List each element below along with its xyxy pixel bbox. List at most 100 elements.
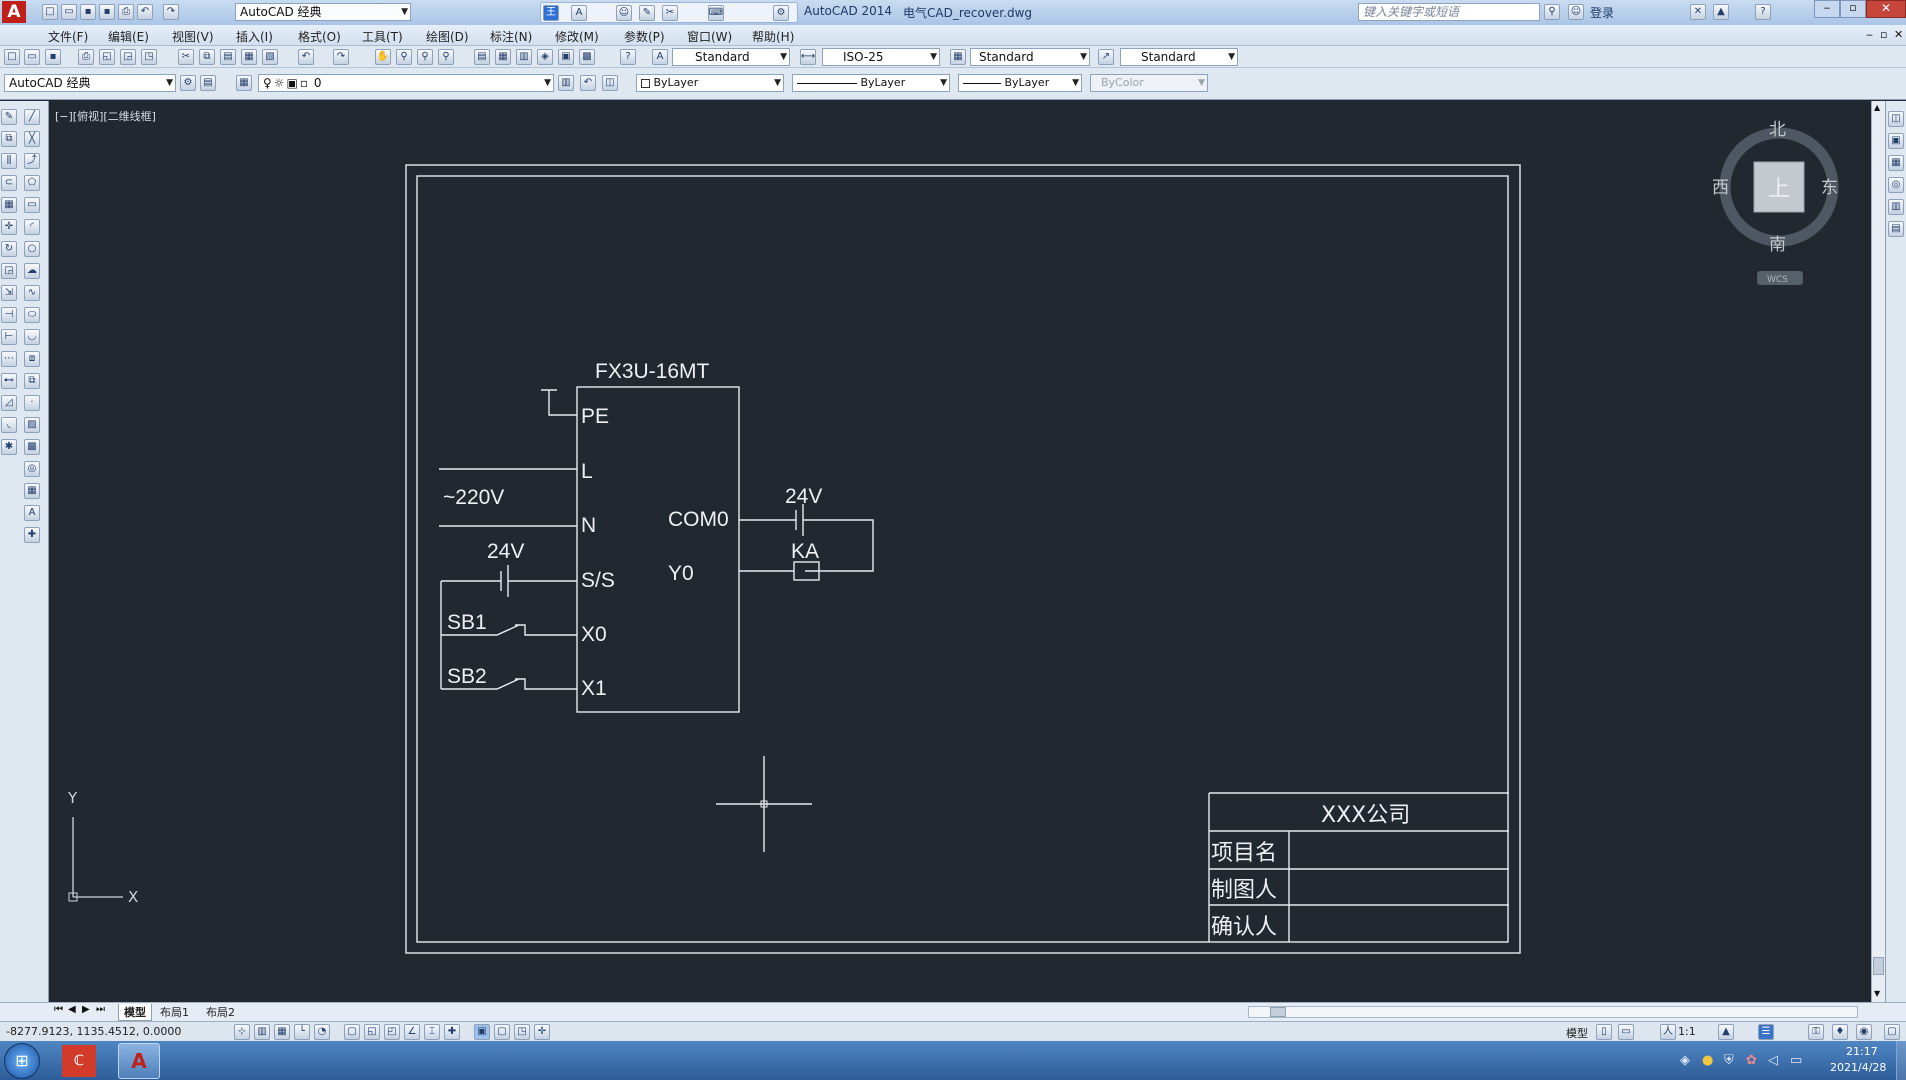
viewports-icon[interactable]: ▦ (1888, 155, 1904, 171)
3d-osnap-icon[interactable]: ◱ (364, 1024, 380, 1040)
model-space-button[interactable]: 模型 (1566, 1025, 1588, 1041)
open-file-icon[interactable]: ▭ (61, 4, 77, 20)
table-style-select[interactable]: Standard ▼ (970, 48, 1090, 66)
maximize-button[interactable]: ▫ (1840, 0, 1866, 18)
layer-previous-icon[interactable]: ↶ (580, 75, 596, 91)
menu-window[interactable]: 窗口(W) (687, 28, 732, 45)
new-file-icon[interactable]: □ (42, 4, 58, 20)
redo-toolbar-icon[interactable]: ↷ (333, 49, 349, 65)
text-style-icon[interactable]: A (652, 49, 668, 65)
polygon-icon[interactable]: ⬠ (24, 175, 40, 191)
binoculars-icon[interactable]: ⚲ (1544, 4, 1560, 20)
open-icon[interactable]: ▭ (24, 49, 40, 65)
clock-date[interactable]: 2021/4/28 (1830, 1061, 1886, 1074)
plotstyle-select[interactable]: ByColor ▼ (1090, 74, 1208, 92)
stretch-icon[interactable]: ⇲ (1, 285, 17, 301)
menu-edit[interactable]: 编辑(E) (108, 28, 149, 45)
clean-screen-icon[interactable]: ▢ (1884, 1024, 1900, 1040)
menu-parametric[interactable]: 参数(P) (624, 28, 665, 45)
scroll-up-arrow[interactable]: ▲ (1874, 103, 1880, 112)
scroll-down-arrow[interactable]: ▼ (1874, 989, 1880, 998)
sheet-set-icon[interactable]: ◈ (537, 49, 553, 65)
preview-icon[interactable]: ◱ (99, 49, 115, 65)
help-toolbar-icon[interactable]: ? (620, 49, 636, 65)
region-icon[interactable]: ◎ (24, 461, 40, 477)
doc-restore-button[interactable]: ▫ (1880, 28, 1887, 41)
paste-icon[interactable]: ▤ (220, 49, 236, 65)
construction-line-icon[interactable]: ╳ (24, 131, 40, 147)
vertical-scrollbar[interactable]: ▲ ▼ (1871, 101, 1885, 1006)
copy-object-icon[interactable]: ⧉ (1, 131, 17, 147)
viewcube-east[interactable]: 东 (1821, 178, 1838, 198)
move-icon[interactable]: ✛ (1, 219, 17, 235)
tab-layout2[interactable]: 布局2 (206, 1004, 235, 1020)
redo-icon[interactable]: ↷ (163, 4, 179, 20)
quick-properties-icon[interactable]: ▢ (494, 1024, 510, 1040)
quickcalc-icon[interactable]: ▩ (579, 49, 595, 65)
menu-file[interactable]: 文件(F) (48, 28, 88, 45)
login-link[interactable]: 登录 (1590, 4, 1614, 21)
qsave-icon[interactable]: ▪ (45, 49, 61, 65)
layer-manager-icon[interactable]: ▤ (200, 75, 216, 91)
ellipse-arc-icon[interactable]: ◡ (24, 329, 40, 345)
taskbar-autocad-icon[interactable]: A (118, 1043, 160, 1079)
3d-print-icon[interactable]: ◳ (141, 49, 157, 65)
revcloud-icon[interactable]: ☁ (24, 263, 40, 279)
hscroll-thumb[interactable] (1270, 1007, 1286, 1017)
dynamic-input-icon[interactable]: ⌶ (424, 1024, 440, 1040)
spline-icon[interactable]: ∿ (24, 285, 40, 301)
hatch-icon[interactable]: ▨ (24, 417, 40, 433)
polar-tracking-icon[interactable]: ◔ (314, 1024, 330, 1040)
layer-states-icon[interactable]: ▦ (236, 75, 252, 91)
circle-icon[interactable]: ○ (24, 241, 40, 257)
extend-icon[interactable]: ⊢ (1, 329, 17, 345)
annotation-visibility-icon[interactable]: ▲ (1718, 1024, 1734, 1040)
tab-last-arrow[interactable]: ⏭ (96, 1004, 105, 1015)
make-current-icon[interactable]: ▥ (558, 75, 574, 91)
infer-constraints-icon[interactable]: ⊹ (234, 1024, 250, 1040)
layer-select[interactable]: ♀☼▣▫ 0 ▼ (258, 74, 554, 92)
lineweight-toggle-icon[interactable]: ✚ (444, 1024, 460, 1040)
table-style-icon[interactable]: ▦ (950, 49, 966, 65)
user-icon[interactable]: ☺ (1568, 4, 1584, 20)
clock-time[interactable]: 21:17 (1846, 1045, 1878, 1058)
ime-mode-icon[interactable]: 王 (543, 5, 559, 21)
object-snap-icon[interactable]: ▢ (344, 1024, 360, 1040)
ellipse-icon[interactable]: ⬭ (24, 307, 40, 323)
render-icon[interactable]: ▤ (1888, 221, 1904, 237)
trim-icon[interactable]: ⊣ (1, 307, 17, 323)
annotation-monitor-icon[interactable]: ✛ (534, 1024, 550, 1040)
text-style-select[interactable]: Standard ▼ (672, 48, 790, 66)
undo-icon[interactable]: ↶ (137, 4, 153, 20)
tray-shield-icon[interactable]: ⛨ (1724, 1053, 1734, 1068)
drawing-canvas[interactable]: [−][俯视][二维线框] FX3U-16MT PE L N S/S X0 X1… (49, 101, 1871, 1002)
workspace-status-icon[interactable]: ☰ (1758, 1024, 1774, 1040)
pan-icon[interactable]: ✋ (375, 49, 391, 65)
lineweight-select[interactable]: ByLayer ▼ (958, 74, 1082, 92)
grid-display-icon[interactable]: ▦ (274, 1024, 290, 1040)
transparency-icon[interactable]: ▣ (474, 1024, 490, 1040)
workspace-switcher[interactable]: AutoCAD 经典 ▼ (235, 3, 411, 21)
erase-icon[interactable]: ✎ (1, 109, 17, 125)
match-prop-icon[interactable]: ▦ (241, 49, 257, 65)
a360-icon[interactable]: ▲ (1713, 4, 1729, 20)
make-block-icon[interactable]: ⧉ (24, 373, 40, 389)
tray-display-icon[interactable]: ▭ (1790, 1053, 1802, 1068)
gradient-icon[interactable]: ▩ (24, 439, 40, 455)
viewcube-west[interactable]: 西 (1712, 178, 1729, 198)
line-icon[interactable]: ╱ (24, 109, 40, 125)
ortho-mode-icon[interactable]: └ (294, 1024, 310, 1040)
tray-volume-icon[interactable]: ◁ (1768, 1053, 1778, 1068)
rotate-icon[interactable]: ↻ (1, 241, 17, 257)
lock-icon[interactable]: ⚿ (1808, 1024, 1824, 1040)
insert-block-icon[interactable]: ⧈ (24, 351, 40, 367)
orbit-icon[interactable]: ◎ (1888, 177, 1904, 193)
ime-keyboard-icon[interactable]: ⌨ (708, 5, 724, 21)
add-selected-icon[interactable]: ✚ (24, 527, 40, 543)
tab-layout1[interactable]: 布局1 (160, 1004, 189, 1020)
menu-tools[interactable]: 工具(T) (362, 28, 403, 45)
ime-settings-icon[interactable]: ⚙ (773, 5, 789, 21)
chamfer-icon[interactable]: ◿ (1, 395, 17, 411)
mirror-icon[interactable]: ⫼ (1, 153, 17, 169)
taskbar-app-ime-icon[interactable]: ℂ (62, 1045, 96, 1077)
